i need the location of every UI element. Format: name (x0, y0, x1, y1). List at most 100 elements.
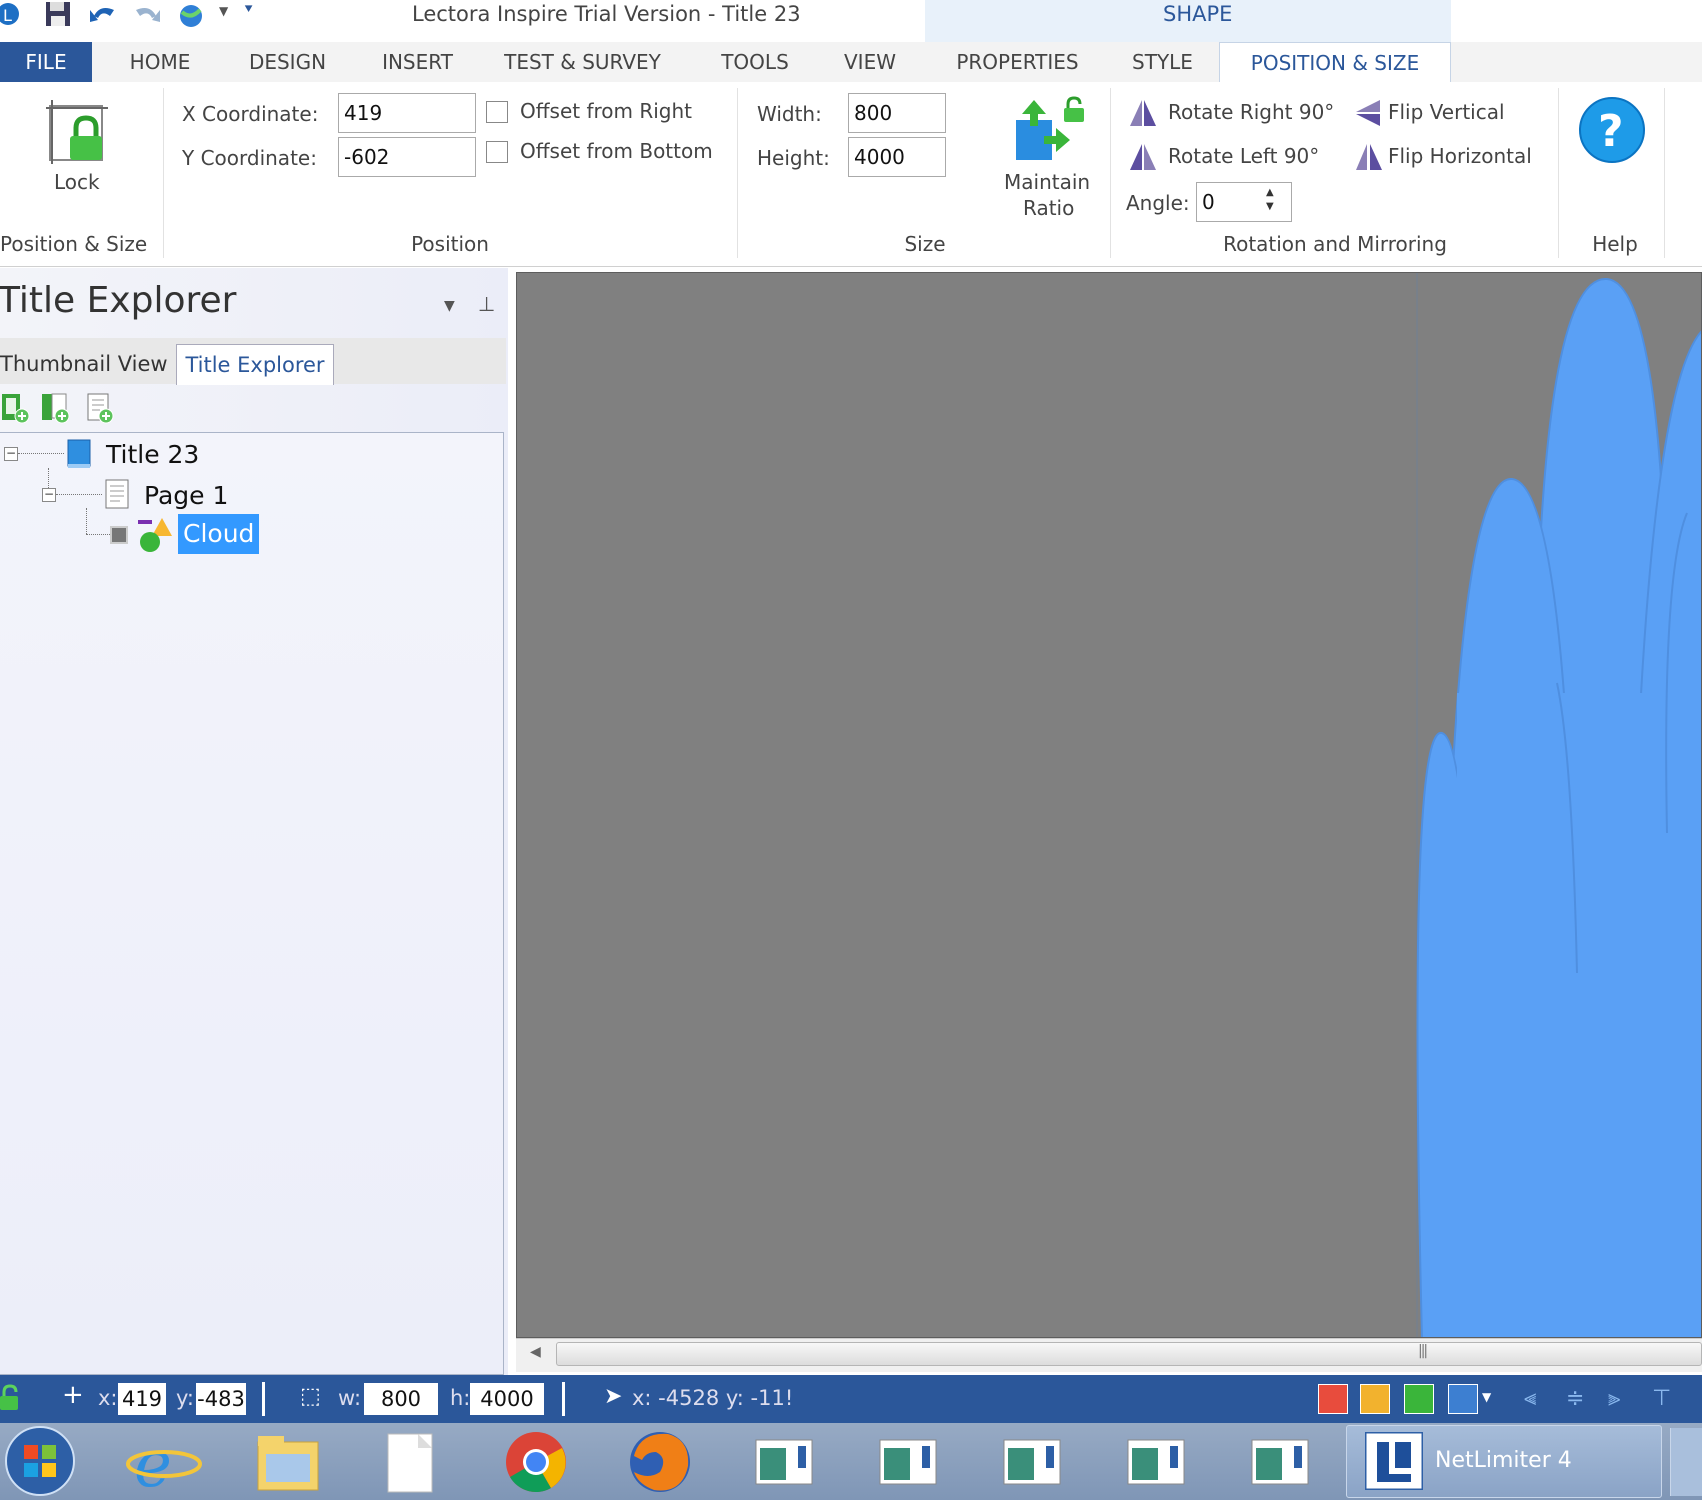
status-w-label: w: (338, 1386, 362, 1410)
netlimiter-taskbar-button[interactable]: NetLimiter 4 (1346, 1425, 1662, 1498)
tree-item-cloud[interactable]: Cloud (178, 514, 260, 554)
chrome-icon[interactable] (496, 1428, 576, 1496)
publish-icon[interactable] (1448, 1384, 1478, 1414)
window-title: Lectora Inspire Trial Version - Title 23 (412, 2, 801, 26)
undo-icon[interactable] (88, 2, 116, 28)
align-top-icon[interactable]: ⊤ (1652, 1386, 1671, 1411)
flip-horizontal-label: Flip Horizontal (1388, 144, 1532, 168)
panel-pin-icon[interactable]: ⊥ (478, 292, 495, 316)
svg-text:e: e (134, 1428, 172, 1496)
tree-item-title[interactable]: Title 23 (106, 440, 199, 469)
x-coordinate-input[interactable]: 419 (338, 93, 476, 133)
status-lock-icon[interactable] (0, 1384, 20, 1410)
width-label: Width: (757, 102, 822, 126)
lectora-window-icon[interactable] (1116, 1428, 1196, 1496)
help-icon: ? (1579, 97, 1645, 163)
panel-menu-chevron-down-icon[interactable]: ▼ (444, 298, 455, 314)
collapse-title-icon[interactable]: − (4, 447, 18, 461)
windows-start-icon[interactable] (2, 1424, 78, 1498)
qat-dropdown-icon[interactable]: ▼ (219, 4, 228, 18)
tree-connector (18, 453, 64, 454)
run-icon[interactable] (1404, 1384, 1434, 1414)
firefox-icon[interactable] (620, 1428, 700, 1496)
y-coordinate-label: Y Coordinate: (182, 146, 317, 170)
flip-vertical-button[interactable]: Flip Vertical (1354, 98, 1554, 130)
tab-view[interactable]: VIEW (830, 42, 910, 82)
group-separator (737, 88, 738, 258)
height-input[interactable]: 4000 (848, 137, 946, 177)
lectora-window-icon[interactable] (868, 1428, 948, 1496)
svg-text:L: L (3, 6, 12, 25)
rotate-right-icon (1130, 100, 1156, 126)
group-separator (163, 88, 164, 258)
group-separator (1558, 88, 1559, 258)
help-button[interactable]: ? (1578, 96, 1646, 164)
status-y-input[interactable]: -483 (196, 1383, 246, 1415)
status-w-input[interactable]: 800 (364, 1383, 438, 1415)
add-chapter-icon[interactable] (2, 392, 30, 424)
lectora-window-icon[interactable] (744, 1428, 824, 1496)
object-visibility-icon[interactable] (110, 526, 128, 544)
preview-icon[interactable] (1360, 1384, 1390, 1414)
internet-explorer-icon[interactable]: e (124, 1428, 204, 1502)
subtab-title-explorer[interactable]: Title Explorer (176, 344, 334, 385)
publish-globe-icon[interactable] (176, 2, 204, 28)
tab-insert[interactable]: INSERT (365, 42, 470, 82)
flip-horizontal-button[interactable]: Flip Horizontal (1354, 142, 1554, 174)
add-section-icon[interactable] (40, 392, 72, 424)
angle-input[interactable]: 0 (1196, 182, 1292, 222)
lectora-app-icon[interactable]: L (0, 2, 28, 28)
maintain-ratio-button[interactable] (1012, 96, 1086, 168)
cloud-shape[interactable] (517, 273, 1702, 1338)
angle-spinner[interactable]: ▲ ▼ (1266, 186, 1274, 214)
tab-test-survey[interactable]: TEST & SURVEY (495, 42, 670, 82)
tab-position-size[interactable]: POSITION & SIZE (1219, 42, 1451, 84)
offset-from-right-checkbox[interactable] (486, 101, 508, 123)
maintain-ratio-label-2: Ratio (1023, 196, 1075, 220)
customize-qat-icon[interactable]: ⯆ (243, 2, 254, 18)
position-crosshair-icon: + (62, 1380, 84, 1410)
tab-home[interactable]: HOME (110, 42, 210, 82)
lock-button[interactable] (46, 100, 112, 166)
tree-item-page[interactable]: Page 1 (144, 481, 228, 510)
status-h-input[interactable]: 4000 (470, 1383, 544, 1415)
redo-icon[interactable] (132, 2, 160, 28)
title-explorer-tree (0, 432, 504, 1375)
status-x-input[interactable]: 419 (118, 1383, 166, 1415)
maintain-ratio-label-1: Maintain (1004, 170, 1091, 194)
status-y-label: y: (176, 1386, 194, 1410)
maintain-ratio-icon (1016, 96, 1084, 160)
offset-from-right-label: Offset from Right (520, 99, 693, 123)
tab-properties[interactable]: PROPERTIES (945, 42, 1090, 82)
align-right-icon[interactable]: ⫸ (1608, 1386, 1620, 1411)
blank-document-icon[interactable] (372, 1428, 452, 1496)
lectora-window-icon[interactable] (1240, 1428, 1320, 1496)
group-label-position-size: Position & Size (0, 232, 148, 256)
spell-check-icon[interactable] (1318, 1384, 1348, 1414)
offset-from-bottom-checkbox[interactable] (486, 141, 508, 163)
align-left-icon[interactable]: ⫷ (1524, 1386, 1536, 1411)
tab-style[interactable]: STYLE (1120, 42, 1205, 82)
tab-file[interactable]: FILE (0, 42, 92, 82)
align-center-icon[interactable]: ≑ (1566, 1386, 1584, 1411)
x-coordinate-label: X Coordinate: (182, 102, 319, 126)
save-icon[interactable] (44, 2, 72, 28)
collapse-page-icon[interactable]: − (42, 488, 56, 502)
file-explorer-icon[interactable] (248, 1428, 328, 1496)
scroll-thumb[interactable] (556, 1342, 1702, 1366)
rotate-left-button[interactable]: Rotate Left 90° (1128, 142, 1340, 174)
add-page-icon[interactable] (84, 392, 116, 424)
rotate-right-button[interactable]: Rotate Right 90° (1128, 98, 1340, 130)
page-canvas[interactable] (516, 272, 1702, 1338)
lectora-window-icon[interactable] (992, 1428, 1072, 1496)
y-coordinate-input[interactable]: -602 (338, 137, 476, 177)
tab-design[interactable]: DESIGN (230, 42, 345, 82)
netlimiter-icon (1365, 1432, 1423, 1490)
tab-tools[interactable]: TOOLS (700, 42, 810, 82)
publish-dropdown-icon[interactable]: ▼ (1482, 1390, 1491, 1404)
overflow-taskbar-icon[interactable] (1670, 1428, 1702, 1496)
width-input[interactable]: 800 (848, 93, 946, 133)
scroll-left-icon[interactable]: ◀ (530, 1344, 541, 1360)
subtab-thumbnail-view[interactable]: Thumbnail View (0, 344, 168, 384)
flip-vertical-icon (1356, 100, 1380, 126)
